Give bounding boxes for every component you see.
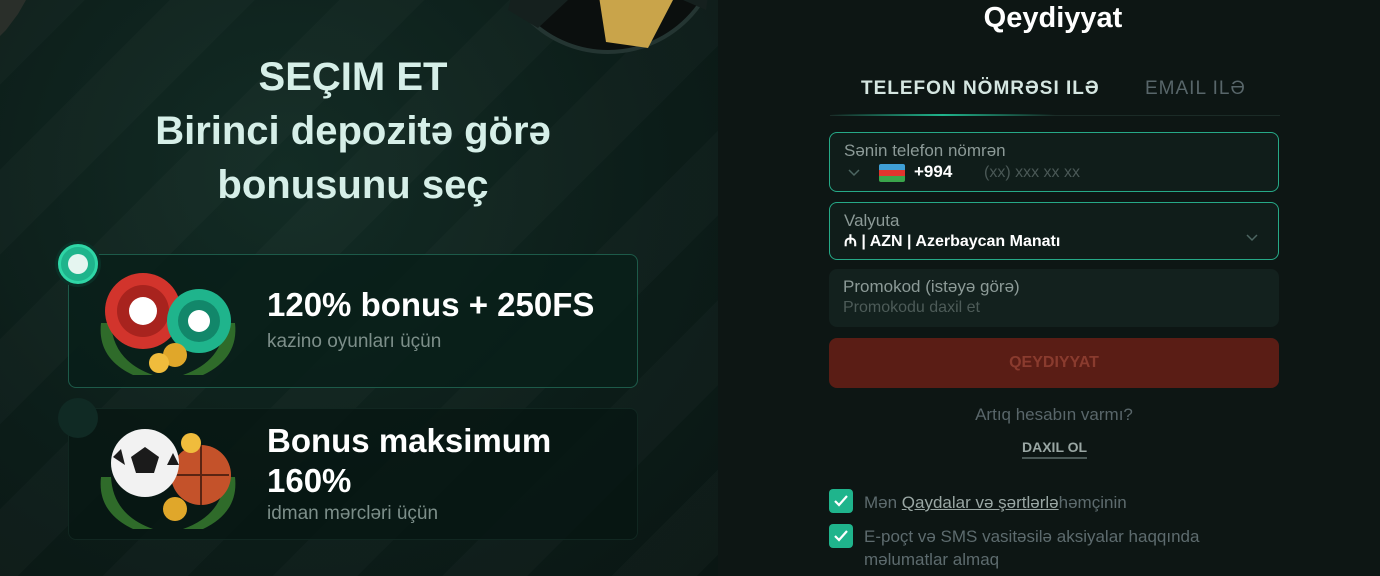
have-account-text: Artıq hesabın varmı? — [975, 405, 1133, 424]
registration-panel: Qeydiyyat TELEFON NÖMRƏSI ILƏ EMAIL ILƏ … — [718, 0, 1380, 576]
terms-text: Mən Qaydalar və şərtlərləhəmçinin — [864, 491, 1264, 514]
phone-field[interactable]: Sənin telefon nömrən +994 (xx) xxx xx xx — [829, 132, 1279, 192]
phone-input[interactable]: (xx) xxx xx xx — [984, 164, 1080, 182]
terms-link[interactable]: Qaydalar və şərtlərlə — [902, 493, 1059, 512]
tab-indicator — [830, 114, 1055, 116]
bonus-subtitle: idman mərcləri üçün — [267, 503, 439, 524]
check-icon — [834, 530, 848, 542]
check-icon — [834, 495, 848, 507]
heading-line-1: SEÇIM ET — [258, 55, 448, 99]
heading-line-2: Birinci depozitə görə — [155, 109, 551, 153]
bonus-card-sports[interactable]: Bonus maksimum 160% idman mərcləri üçün — [68, 408, 638, 540]
login-link[interactable]: DAXIL OL — [1022, 439, 1088, 459]
bonus-subtitle: kazino oyunları üçün — [267, 331, 442, 352]
tab-email[interactable]: EMAIL ILƏ — [1145, 78, 1246, 100]
decoration-icon — [0, 0, 26, 36]
heading-line-3: bonusunu seç — [217, 163, 489, 207]
marketing-text: E-poçt və SMS vasitəsilə aksiyalar haqqı… — [864, 527, 1200, 569]
currency-select[interactable]: Valyuta ₼ | AZN | Azerbaycan Manatı — [829, 202, 1279, 260]
bonus-radio-sports[interactable] — [58, 398, 98, 438]
terms-suffix: həmçinin — [1058, 493, 1127, 512]
promo-heading: SEÇIM ET Birinci depozitə görə bonusunu … — [0, 50, 706, 212]
bonus-title: Bonus maksimum 160% — [267, 422, 552, 499]
phone-label: Sənin telefon nömrən — [844, 141, 1006, 160]
marketing-checkbox[interactable] — [829, 524, 853, 548]
chevron-down-icon — [1246, 234, 1258, 242]
currency-value: ₼ | AZN | Azerbaycan Manatı — [844, 233, 1061, 250]
promo-input[interactable]: Promokodu daxil et — [843, 299, 980, 317]
bonus-radio-casino[interactable] — [58, 244, 98, 284]
form-title: Qeydiyyat — [983, 2, 1123, 34]
registration-tabs: TELEFON NÖMRƏSI ILƏ EMAIL ILƏ — [830, 72, 1280, 116]
casino-chips-icon — [100, 273, 236, 375]
bonus-card-casino[interactable]: 120% bonus + 250FS kazino oyunları üçün — [68, 254, 638, 388]
promo-panel: SEÇIM ET Birinci depozitə görə bonusunu … — [0, 0, 718, 576]
terms-prefix: Mən — [864, 493, 902, 512]
dial-code: +994 — [914, 162, 953, 181]
register-button[interactable]: QEYDIYYAT — [829, 338, 1279, 388]
promo-label: Promokod (istəyə görə) — [843, 277, 1020, 296]
currency-label: Valyuta — [844, 211, 900, 230]
promo-code-field[interactable]: Promokod (istəyə görə) Promokodu daxil e… — [829, 269, 1279, 327]
tab-phone[interactable]: TELEFON NÖMRƏSI ILƏ — [861, 78, 1100, 100]
bonus-title: 120% bonus + 250FS — [267, 286, 595, 323]
terms-checkbox[interactable] — [829, 489, 853, 513]
azerbaijan-flag-icon[interactable] — [879, 164, 905, 182]
sports-ball-icon — [100, 429, 236, 529]
chevron-down-icon[interactable] — [848, 166, 860, 178]
